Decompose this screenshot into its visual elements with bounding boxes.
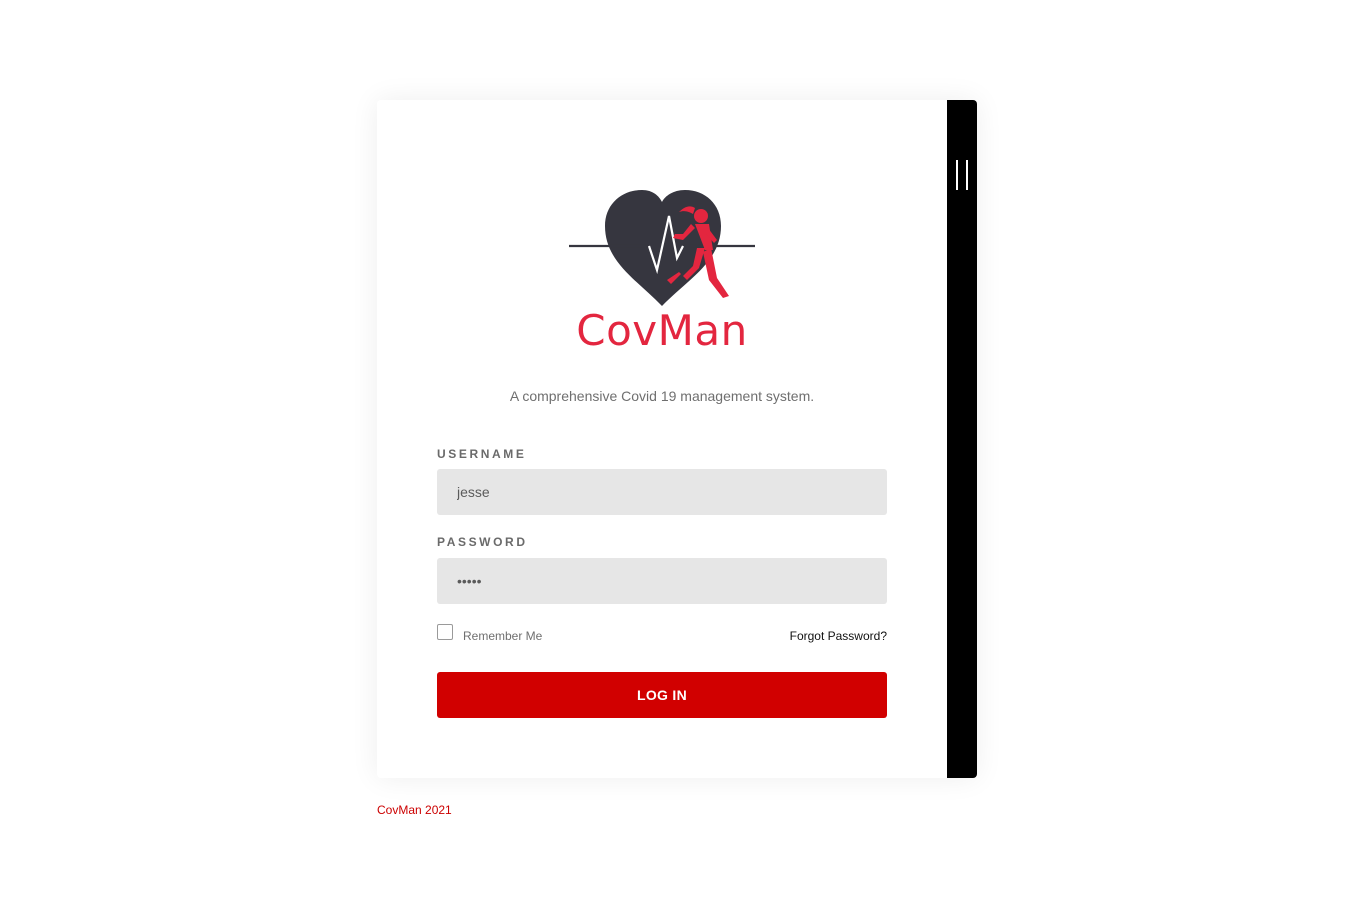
login-card: CovMan A comprehensive Covid 19 manageme… [377,100,977,778]
forgot-password-link[interactable]: Forgot Password? [790,629,887,643]
tagline: A comprehensive Covid 19 management syst… [509,388,815,404]
password-input[interactable] [437,558,887,604]
username-label: USERNAME [437,447,527,461]
covman-logo: CovMan [567,188,757,358]
remember-me-checkbox[interactable] [437,624,453,640]
remember-me-label[interactable]: Remember Me [463,629,542,643]
username-input[interactable] [437,469,887,515]
password-label: PASSWORD [437,535,528,549]
footer-copyright: CovMan 2021 [377,803,452,817]
logo-wordmark: CovMan [576,306,748,355]
heart-runner-icon [569,190,755,306]
panel-handle-icon[interactable] [956,160,968,190]
login-button[interactable]: LOG IN [437,672,887,718]
side-panel [947,100,977,778]
